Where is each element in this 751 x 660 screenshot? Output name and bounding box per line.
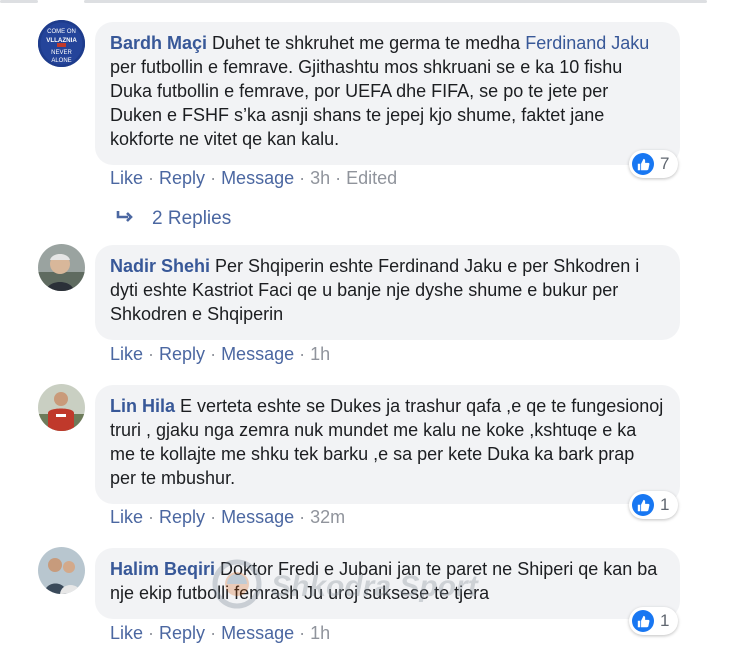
message-button[interactable]: Message [221,344,294,364]
comment-timestamp[interactable]: 1h [310,623,330,643]
comment-actions: Like · Reply · Message · 3h · Edited [110,168,398,188]
reply-arrow-icon [116,208,134,230]
comment-text: Duhet te shkruhet me germa te medha [212,33,526,53]
comment-actions: Like · Reply · Message · 1h [110,344,331,364]
reaction-count[interactable]: 1 [629,607,678,635]
avatar[interactable] [38,244,85,291]
reaction-count[interactable]: 1 [629,491,678,519]
avatar-image: COME ON VLLAZNIA NEVER ALONE [38,20,85,67]
comment-timestamp[interactable]: 3h [310,168,330,188]
previous-comment-divider [0,0,751,3]
comment-timestamp[interactable]: 1h [310,344,330,364]
avatar[interactable]: COME ON VLLAZNIA NEVER ALONE [38,20,85,67]
replies-count-label: 2 Replies [152,208,232,229]
message-button[interactable]: Message [221,507,294,527]
like-count: 1 [660,495,670,514]
avatar[interactable] [38,384,85,431]
like-count: 1 [660,611,670,630]
svg-text:COME ON: COME ON [47,29,76,35]
svg-text:ALONE: ALONE [51,58,71,64]
reply-button[interactable]: Reply [159,168,205,188]
comment-author[interactable]: Nadir Shehi [110,256,210,276]
like-button[interactable]: Like [110,507,143,527]
comment-text-continued: per futbollin e femrave. Gjithashtu mos … [110,57,623,149]
reply-button[interactable]: Reply [159,623,205,643]
svg-text:NEVER: NEVER [51,50,72,56]
mention-link[interactable]: Ferdinand Jaku [525,33,649,53]
comment-text: E verteta eshte se Dukes ja trashur qafa… [110,396,664,488]
edited-label[interactable]: Edited [346,168,397,188]
like-reaction-icon [632,610,654,632]
comment-author[interactable]: Halim Beqiri [110,559,215,579]
view-replies-link[interactable]: 2 Replies [116,208,231,230]
comment-author[interactable]: Bardh Maçi [110,33,207,53]
reaction-count[interactable]: 7 [629,150,678,178]
message-button[interactable]: Message [221,623,294,643]
comment-author[interactable]: Lin Hila [110,396,175,416]
like-button[interactable]: Like [110,344,143,364]
like-button[interactable]: Like [110,168,143,188]
like-button[interactable]: Like [110,623,143,643]
comment-bubble: Bardh Maçi Duhet te shkruhet me germa te … [95,22,680,165]
reply-button[interactable]: Reply [159,344,205,364]
like-reaction-icon [632,153,654,175]
svg-text:VLLAZNIA: VLLAZNIA [46,37,77,44]
avatar-image [38,244,85,291]
comment-bubble: Lin Hila E verteta eshte se Dukes ja tras… [95,385,680,504]
reply-button[interactable]: Reply [159,507,205,527]
comment-timestamp[interactable]: 32m [310,507,345,527]
avatar-image [38,384,85,431]
like-reaction-icon [632,494,654,516]
comment-actions: Like · Reply · Message · 32m [110,507,346,527]
comment-bubble: Halim Beqiri Doktor Fredi e Jubani jan te… [95,548,680,619]
comment-bubble: Nadir Shehi Per Shqiperin eshte Ferdinand… [95,245,680,340]
comment-actions: Like · Reply · Message · 1h [110,623,331,643]
like-count: 7 [660,154,670,173]
avatar[interactable] [38,547,85,594]
message-button[interactable]: Message [221,168,294,188]
avatar-image [38,547,85,594]
